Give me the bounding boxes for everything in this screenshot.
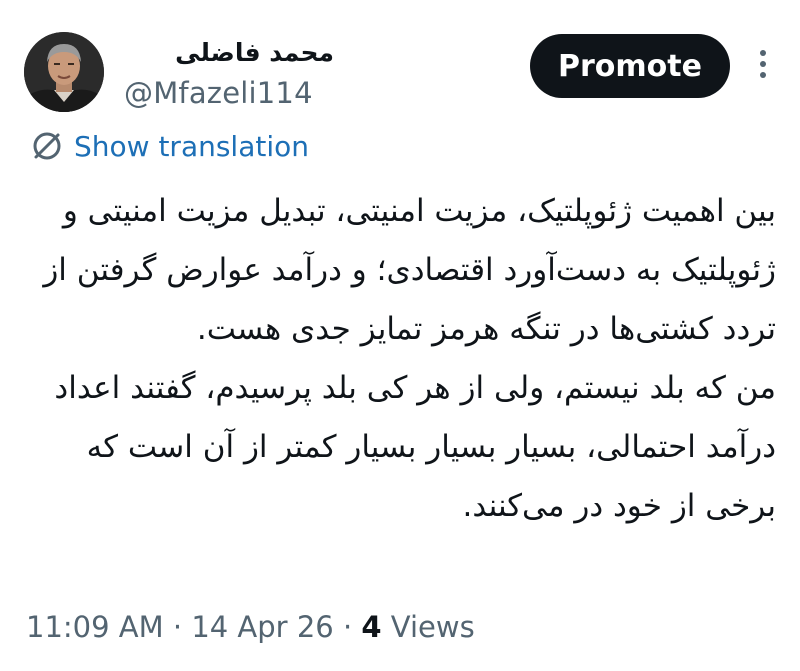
show-translation-link[interactable]: Show translation [30,126,309,166]
dot [760,61,766,67]
avatar[interactable] [24,32,104,112]
more-options-icon[interactable] [748,42,778,86]
tweet-paragraph-2: من که بلد نیستم، ولی از هر کی بلد پرسیدم… [54,370,776,524]
author-handle[interactable]: @Mfazeli114 [124,76,313,110]
tweet-time[interactable]: 11:09 AM [26,610,164,644]
translate-icon [33,132,61,160]
show-translation-label: Show translation [74,129,310,163]
tweet-date[interactable]: 14 Apr 26 [191,610,333,644]
dot [760,72,766,78]
views-count: 4 [361,610,382,644]
tweet-meta: 11:09 AM · 14 Apr 26 · 4 Views [26,610,475,644]
author-display-name[interactable]: محمد فاضلی [124,38,334,67]
dot [760,50,766,56]
meta-separator: · [172,610,183,644]
views-label: Views [390,610,475,644]
meta-separator: · [342,610,353,644]
tweet-body: بین اهمیت ژئوپلتیک، مزیت امنیتی، تبدیل م… [26,182,776,536]
avatar-photo [24,32,104,112]
tweet: محمد فاضلی @Mfazeli114 Promote Show tran… [0,0,800,671]
tweet-paragraph-1: بین اهمیت ژئوپلتیک، مزیت امنیتی، تبدیل م… [43,193,776,347]
promote-button[interactable]: Promote [530,34,730,98]
